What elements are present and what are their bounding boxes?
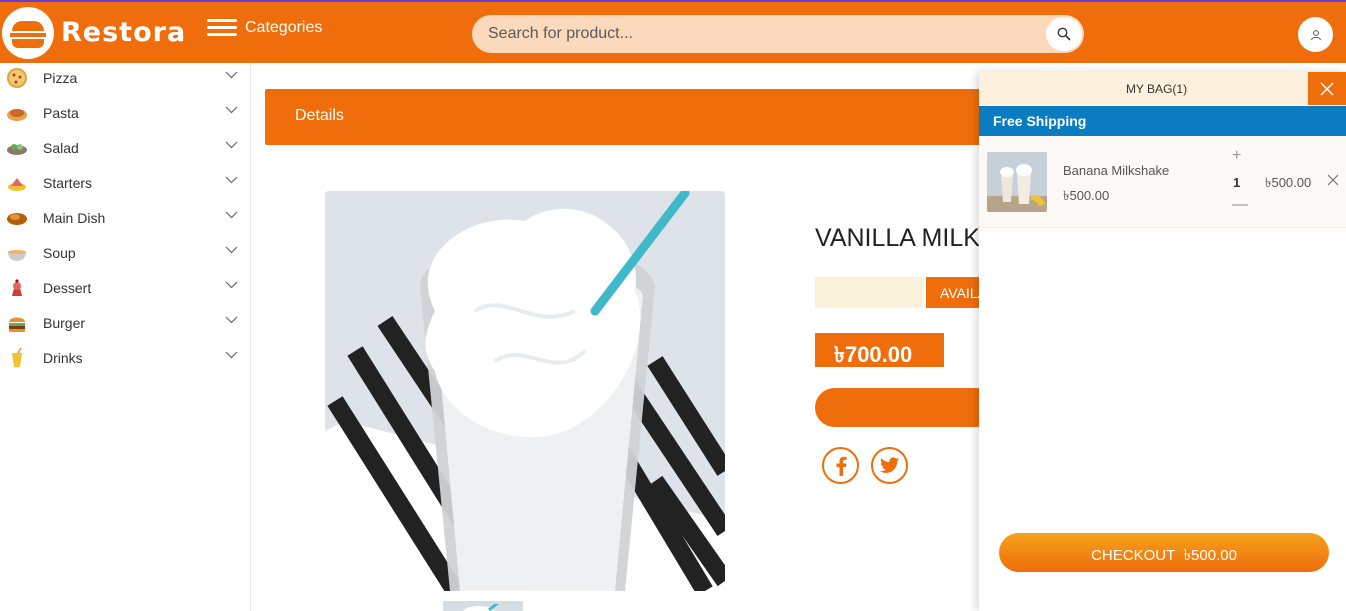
sidebar-item-soup[interactable]: Soup: [0, 235, 250, 270]
sidebar-item-pasta[interactable]: Pasta: [0, 95, 250, 130]
burger-icon: [9, 317, 25, 332]
soup-icon: [8, 249, 26, 261]
bag-item-total: ৳500.00: [1265, 175, 1312, 190]
sidebar-item-label: Starters: [43, 174, 93, 191]
bag-item-unit-price: ৳500.00: [1063, 188, 1110, 203]
details-tab-label: Details: [295, 107, 344, 124]
decrease-quantity-button[interactable]: —: [1232, 196, 1248, 214]
remove-item-icon[interactable]: [1327, 174, 1339, 186]
sidebar-item-label: Burger: [43, 314, 86, 331]
bag-item-name: Banana Milkshake: [1063, 163, 1170, 178]
dessert-icon: [12, 278, 22, 296]
my-bag-panel: MY BAG(1) Free Shipping Banana Milkshake…: [979, 72, 1346, 611]
product-image[interactable]: [325, 191, 725, 591]
twitter-share-button[interactable]: [871, 447, 908, 484]
salad-icon: [7, 143, 27, 155]
sidebar-item-pizza[interactable]: Pizza: [0, 60, 250, 95]
bag-item-image: [987, 152, 1047, 212]
drinks-icon: [12, 347, 22, 367]
brand-logo[interactable]: Restora: [0, 2, 196, 63]
sidebar-item-label: Drinks: [43, 349, 83, 366]
chevron-down-icon: [225, 281, 238, 289]
pasta-icon: [7, 108, 27, 121]
facebook-share-button[interactable]: [822, 447, 859, 484]
chevron-down-icon: [225, 141, 238, 149]
sidebar-item-starters[interactable]: Starters: [0, 165, 250, 200]
sidebar-item-label: Salad: [43, 139, 79, 156]
product-title: VANILLA MILK: [815, 224, 980, 252]
close-bag-button[interactable]: [1308, 72, 1346, 105]
checkout-button[interactable]: CHECKOUT ৳500.00: [999, 533, 1329, 572]
search-input[interactable]: [488, 15, 1048, 53]
milkshake-illustration: [325, 191, 725, 591]
increase-quantity-button[interactable]: +: [1232, 147, 1241, 165]
chevron-down-icon: [225, 351, 238, 359]
restaurant-icon: [2, 6, 54, 59]
sidebar-item-main-dish[interactable]: Main Dish: [0, 200, 250, 235]
search-bar: [472, 15, 1084, 53]
bag-header: MY BAG(1): [979, 72, 1346, 105]
checkout-total: ৳500.00: [1183, 547, 1237, 564]
main-dish-icon: [7, 212, 27, 225]
category-sidebar: Pizza Pasta Salad Starters Main Dish Sou…: [0, 63, 251, 611]
search-icon: [1057, 27, 1071, 41]
categories-label: Categories: [245, 19, 323, 36]
chevron-down-icon: [225, 246, 238, 254]
sidebar-item-label: Soup: [43, 244, 76, 261]
sidebar-item-dessert[interactable]: Dessert: [0, 270, 250, 305]
sidebar-item-label: Pizza: [43, 69, 78, 86]
product-price: ৳700.00: [815, 333, 944, 367]
free-shipping-banner: Free Shipping: [979, 106, 1346, 136]
twitter-icon: [879, 457, 899, 473]
close-icon: [1320, 81, 1334, 96]
checkout-label: CHECKOUT: [1091, 547, 1176, 564]
chevron-down-icon: [225, 211, 238, 219]
bag-item-quantity: 1: [1233, 175, 1241, 190]
sidebar-item-label: Dessert: [43, 279, 92, 296]
user-account-button[interactable]: [1298, 17, 1333, 52]
chevron-down-icon: [225, 71, 238, 79]
details-tab[interactable]: Details: [265, 89, 1005, 145]
chevron-down-icon: [225, 176, 238, 184]
sidebar-item-drinks[interactable]: Drinks: [0, 340, 250, 375]
brand-name: Restora: [61, 17, 187, 48]
chevron-down-icon: [225, 106, 238, 114]
quantity-field[interactable]: [815, 277, 923, 308]
pizza-icon: [7, 67, 27, 88]
sidebar-item-salad[interactable]: Salad: [0, 130, 250, 165]
facebook-icon: [836, 456, 847, 476]
hamburger-icon: [207, 19, 237, 37]
sidebar-item-label: Main Dish: [43, 209, 106, 226]
user-icon: [1310, 29, 1321, 40]
starters-icon: [8, 177, 26, 191]
categories-button[interactable]: Categories: [207, 19, 322, 37]
top-bar: Restora Categories: [0, 0, 1346, 63]
bag-title: MY BAG(1): [1125, 82, 1188, 96]
product-thumbnail[interactable]: [443, 601, 523, 611]
banana-milkshake-thumbnail: [987, 152, 1047, 212]
chevron-down-icon: [225, 316, 238, 324]
thumbnail-preview: [443, 601, 523, 611]
sidebar-item-label: Pasta: [43, 104, 79, 121]
search-button[interactable]: [1046, 17, 1082, 51]
sidebar-item-burger[interactable]: Burger: [0, 305, 250, 340]
